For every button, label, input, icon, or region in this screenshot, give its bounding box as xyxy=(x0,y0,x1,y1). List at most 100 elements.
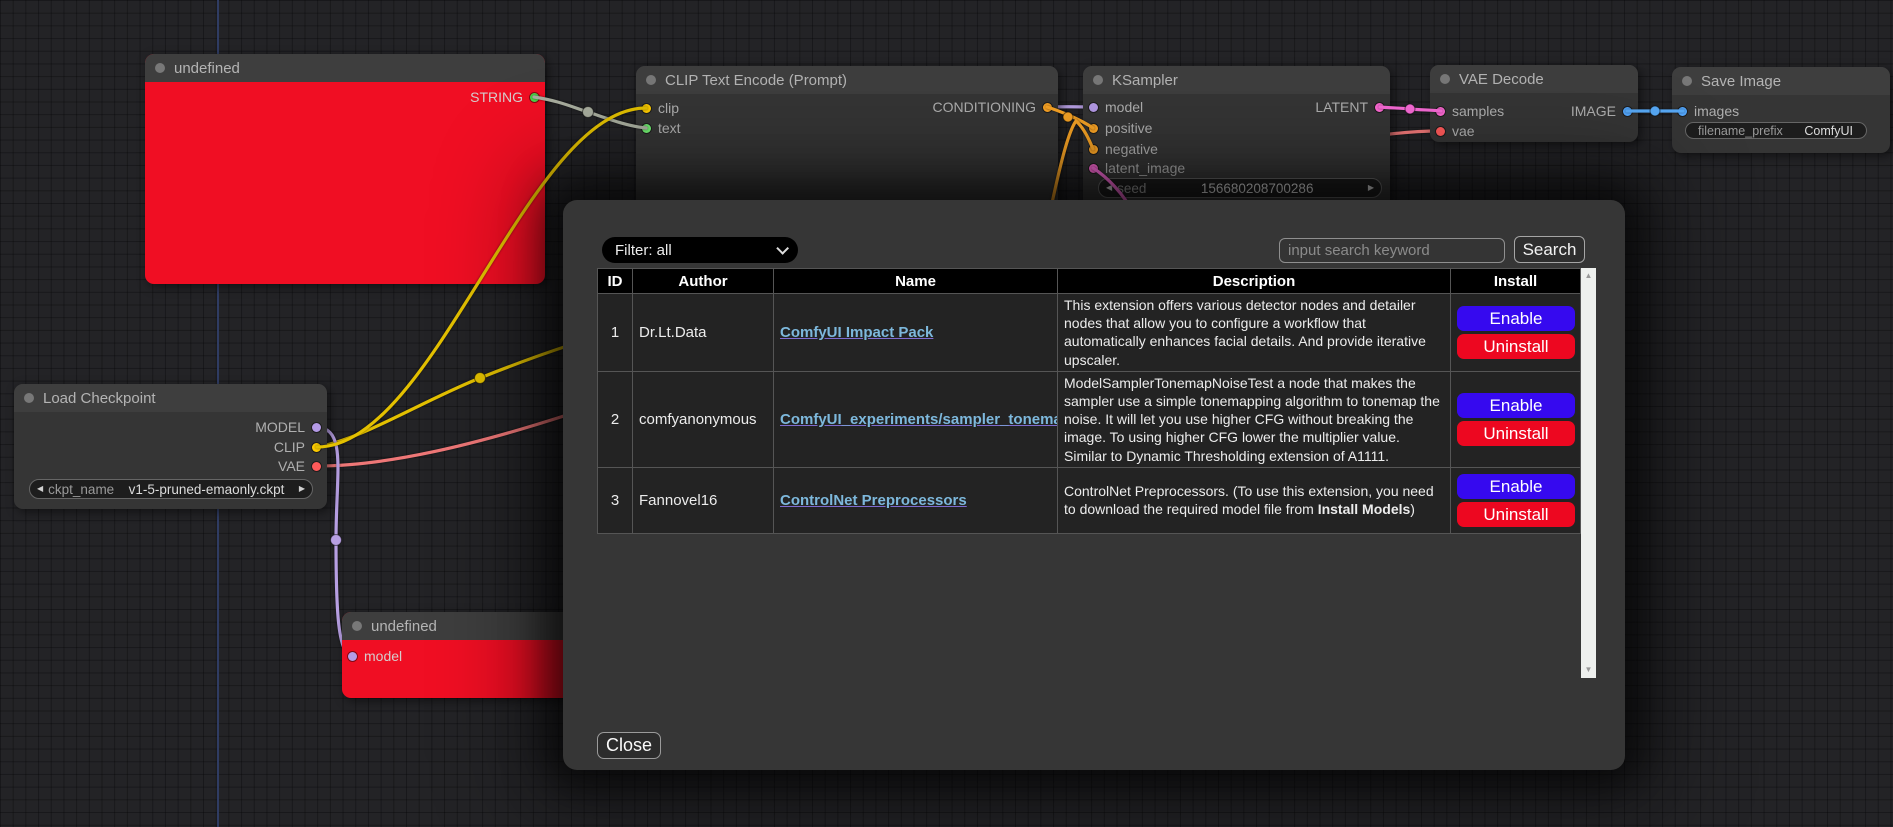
extension-manager-dialog: Filter: all Search IDAuthorNameDescripti… xyxy=(563,200,1625,770)
input-dot-vae[interactable] xyxy=(1436,127,1445,136)
input-slot-images[interactable]: images xyxy=(1678,102,1739,120)
node-title: VAE Decode xyxy=(1430,65,1638,93)
node-collapse-dot[interactable] xyxy=(155,63,165,73)
output-dot-image[interactable] xyxy=(1623,107,1632,116)
input-slot-vae[interactable]: vae xyxy=(1436,122,1475,140)
reroute-dot[interactable] xyxy=(583,107,594,118)
node-save-image[interactable]: Save Image images filename_prefix ComfyU… xyxy=(1672,67,1890,153)
input-slot-model[interactable]: model xyxy=(348,647,402,665)
scroll-down-icon[interactable]: ▼ xyxy=(1585,662,1593,678)
node-collapse-dot[interactable] xyxy=(646,75,656,85)
widget-value: ComfyUI xyxy=(1783,124,1859,138)
search-button[interactable]: Search xyxy=(1514,236,1585,263)
input-dot-model[interactable] xyxy=(1089,103,1098,112)
slot-label: samples xyxy=(1452,103,1504,119)
uninstall-button[interactable]: Uninstall xyxy=(1457,502,1575,527)
node-clip-text-encode[interactable]: CLIP Text Encode (Prompt) clip text COND… xyxy=(636,66,1058,216)
reroute-dot[interactable] xyxy=(475,373,486,384)
node-title: Save Image xyxy=(1672,67,1890,95)
search-input[interactable] xyxy=(1279,238,1505,263)
filter-select[interactable]: Filter: all xyxy=(602,237,798,263)
enable-button[interactable]: Enable xyxy=(1457,306,1575,331)
node-collapse-dot[interactable] xyxy=(24,393,34,403)
output-slot-conditioning[interactable]: CONDITIONING xyxy=(933,98,1052,116)
input-slot-text[interactable]: text xyxy=(642,119,681,137)
input-dot-negative[interactable] xyxy=(1089,145,1098,154)
node-collapse-dot[interactable] xyxy=(1093,75,1103,85)
input-dot-text[interactable] xyxy=(642,124,651,133)
node-collapse-dot[interactable] xyxy=(352,621,362,631)
cell-description: ModelSamplerTonemapNoiseTest a node that… xyxy=(1058,371,1451,467)
input-dot-latent-image[interactable] xyxy=(1089,164,1098,173)
node-title-label: Load Checkpoint xyxy=(43,390,156,407)
node-title-label: Save Image xyxy=(1701,73,1781,90)
scrollbar[interactable]: ▲ ▼ xyxy=(1581,268,1596,678)
slot-label: LATENT xyxy=(1315,99,1368,115)
cell-id: 1 xyxy=(598,294,633,372)
output-slot-string[interactable]: STRING xyxy=(470,88,539,106)
input-slot-samples[interactable]: samples xyxy=(1436,102,1504,120)
slot-label: clip xyxy=(658,100,679,116)
output-dot-latent[interactable] xyxy=(1375,103,1384,112)
slot-label: vae xyxy=(1452,123,1475,139)
input-slot-positive[interactable]: positive xyxy=(1089,119,1152,137)
input-slot-clip[interactable]: clip xyxy=(642,99,679,117)
output-dot-string[interactable] xyxy=(530,93,539,102)
node-ksampler[interactable]: KSampler model positive negative latent_… xyxy=(1083,66,1390,216)
close-button[interactable]: Close xyxy=(597,732,661,759)
output-slot-image[interactable]: IMAGE xyxy=(1571,102,1632,120)
graph-canvas[interactable]: undefined STRING CLIP Text Encode (Promp… xyxy=(0,0,1893,827)
ckpt-name-widget[interactable]: ◀ ckpt_name v1-5-pruned-emaonly.ckpt ▶ xyxy=(29,479,313,499)
output-slot-clip[interactable]: CLIP xyxy=(274,438,321,456)
reroute-dot[interactable] xyxy=(1650,106,1660,116)
decrement-arrow-icon[interactable]: ◀ xyxy=(37,485,43,493)
input-slot-negative[interactable]: negative xyxy=(1089,140,1158,158)
input-dot-clip[interactable] xyxy=(642,104,651,113)
extension-link[interactable]: ControlNet Preprocessors xyxy=(780,492,967,509)
scroll-up-icon[interactable]: ▲ xyxy=(1585,268,1593,284)
cell-install: Enable Uninstall xyxy=(1451,371,1581,467)
seed-widget[interactable]: ◀ seed 156680208700286 ▶ xyxy=(1098,178,1382,198)
node-load-checkpoint[interactable]: Load Checkpoint MODEL CLIP VAE ◀ ckpt_na… xyxy=(14,384,327,509)
reroute-dot[interactable] xyxy=(331,535,342,546)
cell-description: This extension offers various detector n… xyxy=(1058,294,1451,372)
input-dot-samples[interactable] xyxy=(1436,107,1445,116)
enable-button[interactable]: Enable xyxy=(1457,474,1575,499)
extension-link[interactable]: ComfyUI Impact Pack xyxy=(780,324,933,341)
node-collapse-dot[interactable] xyxy=(1682,76,1692,86)
node-title-label: undefined xyxy=(371,618,437,635)
decrement-arrow-icon[interactable]: ◀ xyxy=(1106,184,1112,192)
reroute-dot[interactable] xyxy=(1063,112,1073,122)
uninstall-button[interactable]: Uninstall xyxy=(1457,334,1575,359)
extension-link[interactable]: ComfyUI_experiments/sampler_tonemap xyxy=(780,411,1058,428)
node-title: CLIP Text Encode (Prompt) xyxy=(636,66,1058,94)
reroute-dot[interactable] xyxy=(1405,104,1415,114)
slot-label: negative xyxy=(1105,141,1158,157)
input-dot-model[interactable] xyxy=(348,652,357,661)
filename-prefix-widget[interactable]: filename_prefix ComfyUI xyxy=(1685,122,1867,139)
slot-label: latent_image xyxy=(1105,160,1185,176)
output-dot-vae[interactable] xyxy=(312,462,321,471)
node-title-label: undefined xyxy=(174,60,240,77)
input-dot-images[interactable] xyxy=(1678,107,1687,116)
node-collapse-dot[interactable] xyxy=(1440,74,1450,84)
output-slot-vae[interactable]: VAE xyxy=(278,457,321,475)
extensions-table-body: 1Dr.Lt.DataComfyUI Impact PackThis exten… xyxy=(598,294,1581,534)
increment-arrow-icon[interactable]: ▶ xyxy=(1368,184,1374,192)
enable-button[interactable]: Enable xyxy=(1457,393,1575,418)
output-slot-latent[interactable]: LATENT xyxy=(1315,98,1384,116)
filter-select-value: Filter: all xyxy=(615,242,672,259)
increment-arrow-icon[interactable]: ▶ xyxy=(299,485,305,493)
uninstall-button[interactable]: Uninstall xyxy=(1457,421,1575,446)
node-vae-decode[interactable]: VAE Decode samples vae IMAGE xyxy=(1430,65,1638,142)
output-dot-conditioning[interactable] xyxy=(1043,103,1052,112)
table-row: 1Dr.Lt.DataComfyUI Impact PackThis exten… xyxy=(598,294,1581,372)
node-undefined-top[interactable]: undefined STRING xyxy=(145,54,545,284)
input-dot-positive[interactable] xyxy=(1089,124,1098,133)
slot-label: images xyxy=(1694,103,1739,119)
input-slot-model[interactable]: model xyxy=(1089,98,1143,116)
output-dot-model[interactable] xyxy=(312,423,321,432)
input-slot-latent-image[interactable]: latent_image xyxy=(1089,159,1185,177)
output-dot-clip[interactable] xyxy=(312,443,321,452)
output-slot-model[interactable]: MODEL xyxy=(255,418,321,436)
